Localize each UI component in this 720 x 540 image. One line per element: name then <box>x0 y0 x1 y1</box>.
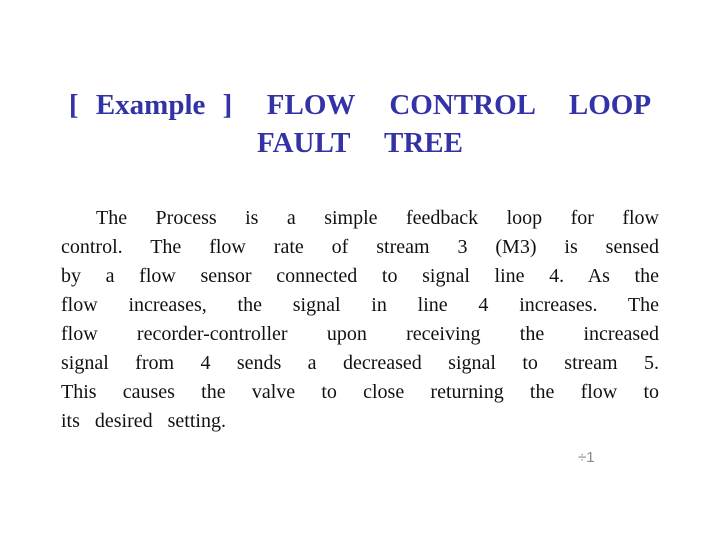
title-line-2: FAULT TREE <box>257 127 463 159</box>
body-line: signal from 4 sends a decreased signal t… <box>61 352 659 374</box>
body-line: by a flow sensor connected to signal lin… <box>61 265 659 287</box>
body-line: control. The flow rate of stream 3 (M3) … <box>61 236 659 258</box>
title-line-1: [ Example ] FLOW CONTROL LOOP <box>68 89 652 121</box>
slide-title: [ Example ] FLOW CONTROL LOOP FAULT TREE <box>0 86 720 162</box>
body-paragraph: The Process is a simple feedback loop fo… <box>61 204 659 436</box>
slide: [ Example ] FLOW CONTROL LOOP FAULT TREE… <box>0 0 720 540</box>
body-line: This causes the valve to close returning… <box>61 381 659 403</box>
body-line: flow recorder-controller upon receiving … <box>61 323 659 345</box>
body-line: The Process is a simple feedback loop fo… <box>96 207 659 229</box>
body-line: its desired setting. <box>61 410 226 432</box>
page-number: ÷1 <box>578 449 595 466</box>
body-line: flow increases, the signal in line 4 inc… <box>61 294 659 316</box>
